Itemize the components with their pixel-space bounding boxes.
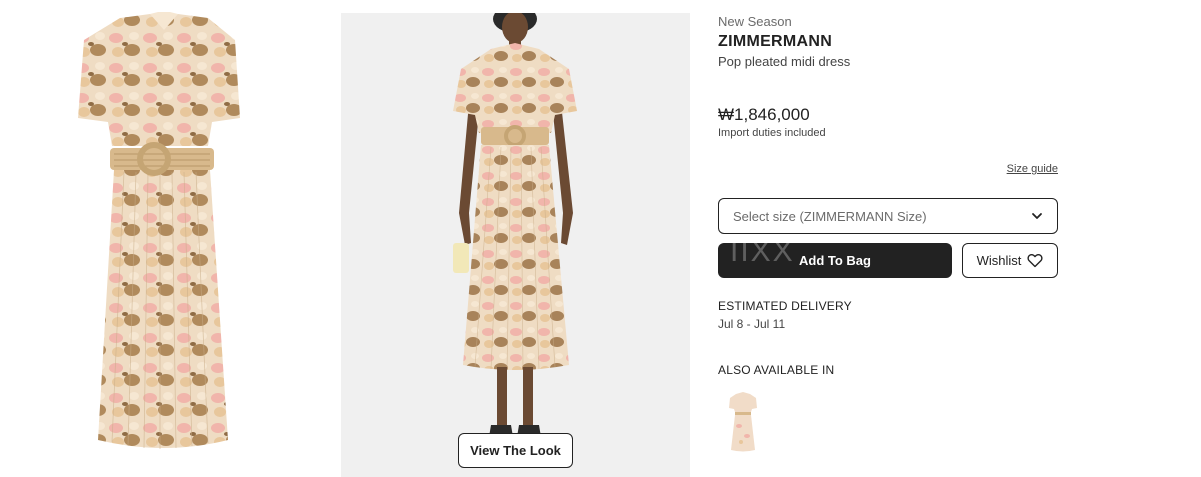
add-to-bag-label: Add To Bag [799, 253, 871, 268]
wishlist-button[interactable]: Wishlist [962, 243, 1058, 278]
thumbnail-dress-image [729, 392, 757, 452]
model-illustration [453, 13, 577, 437]
estimated-delivery-label: ESTIMATED DELIVERY [718, 299, 852, 313]
product-details: New Season ZIMMERMANN Pop pleated midi d… [718, 0, 1058, 477]
size-guide-link[interactable]: Size guide [1007, 163, 1058, 175]
product-price: ₩1,846,000 [718, 105, 810, 124]
product-page: View The Look New Season ZIMMERMANN Pop … [0, 0, 1201, 477]
also-available-label: ALSO AVAILABLE IN [718, 363, 835, 377]
brand-name[interactable]: ZIMMERMANN [718, 33, 832, 51]
wishlist-label: Wishlist [976, 253, 1022, 268]
product-name: Pop pleated midi dress [718, 54, 851, 69]
dress-illustration [78, 12, 240, 449]
product-image-flat[interactable] [40, 0, 280, 477]
heart-icon [1027, 253, 1043, 268]
estimated-delivery-range: Jul 8 - Jul 11 [718, 317, 786, 331]
duties-note: Import duties included [718, 127, 826, 139]
size-select[interactable]: Select size (ZIMMERMANN Size) [718, 198, 1058, 234]
season-label: New Season [718, 14, 792, 29]
alternate-color-thumbnail[interactable] [724, 390, 762, 454]
chevron-down-icon [1031, 210, 1043, 222]
add-to-bag-overlay-text: IIXX [730, 243, 795, 268]
view-the-look-button[interactable]: View The Look [458, 433, 573, 468]
size-select-placeholder: Select size (ZIMMERMANN Size) [733, 208, 927, 224]
add-to-bag-button[interactable]: IIXX Add To Bag [718, 243, 952, 278]
product-image-model[interactable]: View The Look [341, 13, 690, 477]
